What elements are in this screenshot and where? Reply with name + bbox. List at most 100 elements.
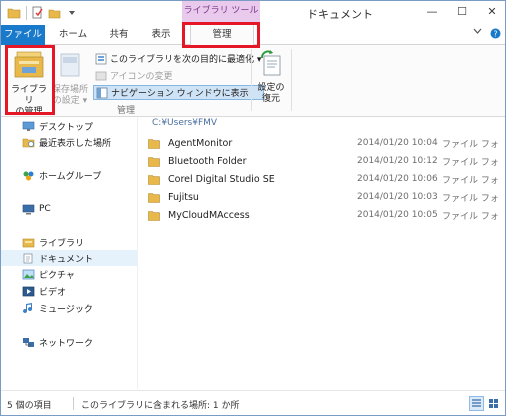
file-type: ファイル フォ — [442, 211, 499, 222]
restore-settings-label: 設定の 復元 — [257, 83, 285, 104]
list-item[interactable]: Bluetooth Folder 2014/01/20 10:12 ファイル フ… — [148, 152, 503, 170]
nav-item-videos[interactable]: ビデオ — [1, 283, 137, 299]
new-folder-icon[interactable] — [47, 5, 62, 20]
save-location-button[interactable]: 保存場所 の設定 ▾ — [50, 49, 90, 111]
pictures-icon — [21, 268, 35, 281]
manage-small-buttons: このライブラリを次の目的に最適化 ▾ アイコンの変更 ナビゲーション ウィンドウ… — [93, 51, 265, 100]
ribbon-expand-icon[interactable] — [473, 28, 482, 42]
nav-item-homegroup[interactable]: ホームグループ — [1, 167, 137, 183]
nav-item-pc[interactable]: PC — [1, 201, 137, 217]
tab-file[interactable]: ファイル — [1, 25, 45, 45]
list-item[interactable]: Fujitsu 2014/01/20 10:03 ファイル フォ — [148, 188, 503, 206]
ribbon-manage: ライブラリ の管理 保存場所 の設定 ▾ このライブラリを次の目的に最適化 ▾ — [1, 45, 505, 117]
show-in-nav-label: ナビゲーション ウィンドウに表示 — [111, 89, 249, 99]
folder-icon — [148, 210, 160, 221]
homegroup-icon — [21, 169, 35, 182]
help-icon[interactable]: ? — [490, 28, 501, 42]
status-bar: 5 個の項目 このライブラリに含まれる場所: 1 か所 — [1, 390, 505, 415]
tab-home[interactable]: ホーム — [51, 25, 95, 45]
nav-item-libraries[interactable]: ライブラリ — [1, 234, 137, 250]
folder-icon — [148, 174, 160, 185]
quick-access-toolbar — [6, 5, 81, 20]
details-view-button[interactable] — [469, 396, 484, 411]
nav-item-label: ピクチャ — [39, 270, 75, 281]
close-button[interactable]: ✕ — [477, 1, 505, 21]
ribbon-group-separator — [251, 49, 252, 111]
nav-item-music[interactable]: ミュージック — [1, 300, 137, 316]
item-count: 5 個の項目 — [7, 401, 52, 411]
large-icons-view-icon — [489, 399, 498, 408]
tab-share[interactable]: 共有 — [101, 25, 137, 45]
desktop-icon — [21, 120, 35, 133]
restore-settings-button[interactable]: 設定の 復元 — [254, 49, 288, 111]
list-item[interactable]: MyCloudMAccess 2014/01/20 10:05 ファイル フォ — [148, 206, 503, 224]
computer-icon — [21, 203, 35, 216]
nav-item-recent[interactable]: 最近表示した場所 — [1, 134, 137, 150]
optimize-label: このライブラリを次の目的に最適化 ▾ — [110, 55, 262, 65]
optimize-library-button[interactable]: このライブラリを次の目的に最適化 ▾ — [93, 51, 264, 66]
pane-divider[interactable] — [137, 117, 138, 389]
qat-divider — [26, 5, 27, 20]
library-location-path: C:¥Users¥FMV — [152, 118, 218, 128]
nav-item-label: ホームグループ — [39, 171, 102, 182]
manage-library-highlight — [5, 45, 55, 115]
tab-view[interactable]: 表示 — [143, 25, 179, 45]
window-title: ドキュメント — [307, 8, 373, 21]
explorer-window: ライブラリ ツール ドキュメント — ☐ ✕ ファイル ホーム 共有 表示 管理… — [0, 0, 506, 416]
file-name: MyCloudMAccess — [168, 209, 250, 221]
file-date: 2014/01/20 10:06 — [357, 174, 438, 184]
nav-item-desktop[interactable]: デスクトップ — [1, 118, 137, 134]
file-list: AgentMonitor 2014/01/20 10:04 ファイル フォ Bl… — [148, 134, 503, 224]
navigation-pane: デスクトップ 最近表示した場所 ホームグループ PC ライブラリ ドキュメント … — [1, 117, 137, 389]
nav-item-label: ドキュメント — [39, 254, 94, 265]
recent-places-icon — [21, 136, 35, 149]
ribbon-group-separator-end — [291, 49, 292, 111]
restore-settings-icon — [258, 49, 284, 81]
library-icon — [21, 236, 35, 249]
svg-text:?: ? — [494, 29, 498, 38]
navigation-pane-icon — [96, 87, 108, 99]
file-type: ファイル フォ — [442, 193, 499, 204]
file-type: ファイル フォ — [442, 175, 499, 186]
list-item[interactable]: Corel Digital Studio SE 2014/01/20 10:06… — [148, 170, 503, 188]
save-location-icon — [57, 49, 83, 83]
videos-icon — [21, 285, 35, 298]
minimize-button[interactable]: — — [417, 1, 447, 21]
manage-tab-highlight — [182, 22, 260, 48]
change-icon-button[interactable]: アイコンの変更 — [93, 68, 264, 83]
file-date: 2014/01/20 10:03 — [357, 192, 438, 202]
large-icons-view-button[interactable] — [486, 396, 501, 411]
file-type: ファイル フォ — [442, 157, 499, 168]
nav-item-network[interactable]: ネットワーク — [1, 334, 137, 350]
nav-item-label: 最近表示した場所 — [39, 138, 112, 149]
change-icon-icon — [95, 70, 107, 82]
nav-item-documents[interactable]: ドキュメント — [1, 250, 137, 266]
folder-icon — [148, 156, 160, 167]
file-name: Bluetooth Folder — [168, 155, 247, 167]
music-icon — [21, 302, 35, 315]
file-name: AgentMonitor — [168, 137, 233, 149]
show-in-navigation-pane-button[interactable]: ナビゲーション ウィンドウに表示 — [93, 85, 265, 100]
app-folder-icon — [6, 5, 21, 20]
nav-item-label: ネットワーク — [39, 338, 94, 349]
qat-dropdown-icon[interactable] — [64, 5, 79, 20]
contextual-tab-header: ライブラリ ツール — [182, 1, 260, 23]
file-date: 2014/01/20 10:05 — [357, 210, 438, 220]
properties-icon[interactable] — [30, 5, 45, 20]
tabrow-controls: ? — [473, 28, 501, 42]
optimize-icon — [95, 53, 107, 65]
file-date: 2014/01/20 10:12 — [357, 156, 438, 166]
folder-icon — [148, 138, 160, 149]
file-date: 2014/01/20 10:04 — [357, 138, 438, 148]
nav-item-label: ビデオ — [39, 287, 67, 298]
window-controls: — ☐ ✕ — [417, 1, 505, 21]
folder-icon — [148, 192, 160, 203]
view-toggle — [469, 396, 501, 411]
maximize-button[interactable]: ☐ — [447, 1, 477, 21]
nav-item-label: ミュージック — [39, 304, 93, 315]
nav-item-pictures[interactable]: ピクチャ — [1, 266, 137, 282]
list-item[interactable]: AgentMonitor 2014/01/20 10:04 ファイル フォ — [148, 134, 503, 152]
nav-item-label: ライブラリ — [39, 238, 85, 249]
file-name: Fujitsu — [168, 191, 199, 203]
nav-item-label: PC — [39, 204, 51, 214]
